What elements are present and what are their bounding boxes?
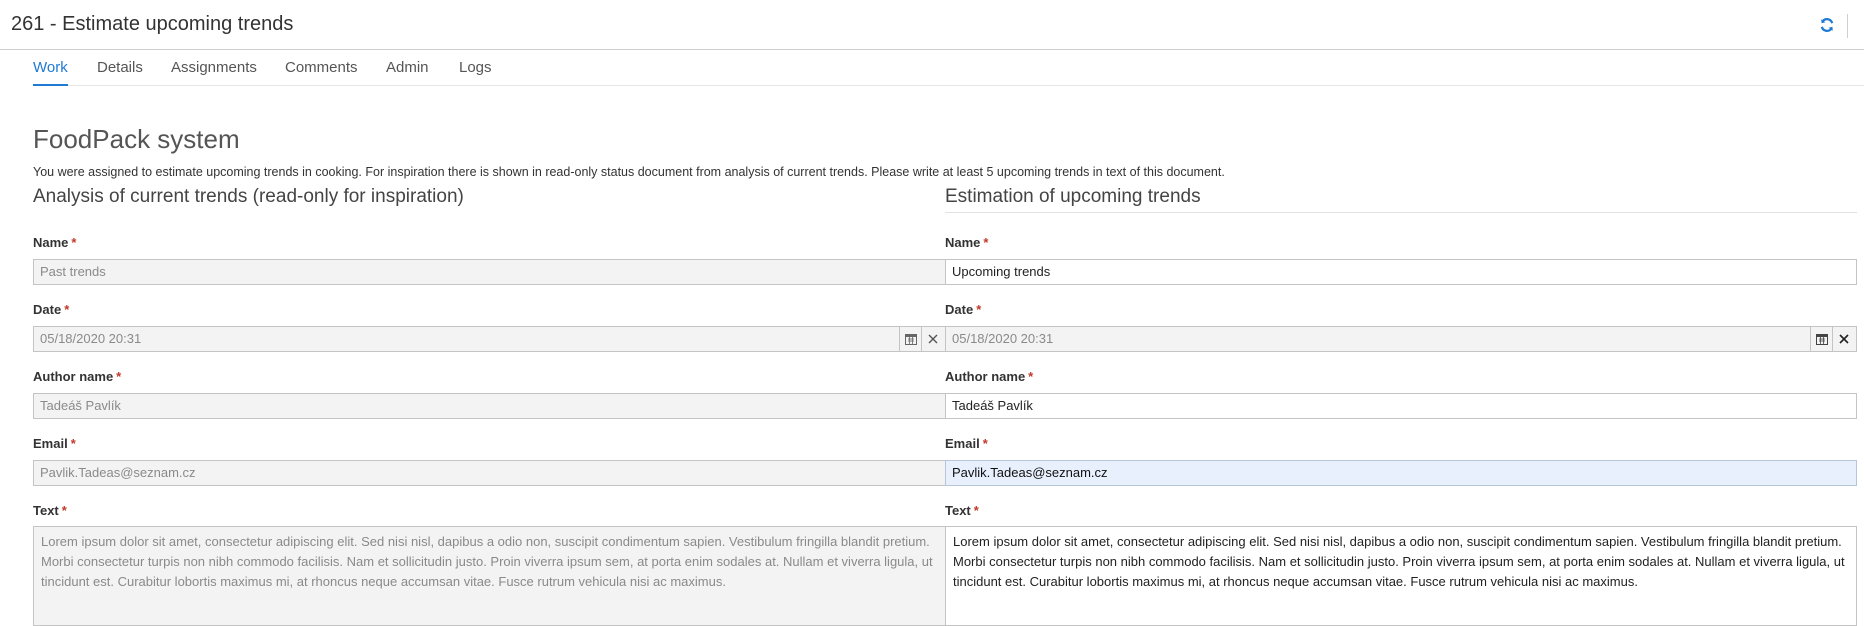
- page-title: 261 - Estimate upcoming trends: [11, 13, 294, 35]
- label-text: Email: [33, 436, 68, 451]
- left-calendar-button[interactable]: [899, 327, 921, 351]
- header-bar: 261 - Estimate upcoming trends: [0, 0, 1864, 50]
- required-marker: *: [973, 503, 979, 518]
- label-text: Name: [945, 235, 981, 250]
- tab-admin[interactable]: Admin: [386, 50, 429, 86]
- right-date-input[interactable]: 05/18/2020 20:31: [946, 327, 1059, 351]
- label-text: Author name: [33, 369, 114, 384]
- required-marker: *: [983, 235, 989, 250]
- right-author-label: Author name *: [945, 369, 1033, 384]
- left-date-label: Date *: [33, 302, 69, 317]
- calendar-icon: [904, 334, 917, 345]
- required-marker: *: [982, 436, 988, 451]
- right-text-area[interactable]: Lorem ipsum dolor sit amet, consectetur …: [945, 526, 1857, 626]
- label-text: Text: [33, 503, 59, 518]
- required-marker: *: [61, 503, 67, 518]
- left-date-input[interactable]: 05/18/2020 20:31: [34, 327, 147, 351]
- form-title: FoodPack system: [33, 124, 240, 154]
- right-text-label: Text *: [945, 503, 979, 518]
- label-text: Date: [33, 302, 62, 317]
- right-email-input[interactable]: Pavlik.Tadeas@seznam.cz: [945, 460, 1857, 486]
- required-marker: *: [71, 235, 77, 250]
- label-text: Date: [945, 302, 974, 317]
- right-clear-date-button[interactable]: [1832, 327, 1854, 351]
- toolbar-divider: [1847, 14, 1848, 38]
- required-marker: *: [116, 369, 122, 384]
- label-text: Email: [945, 436, 980, 451]
- refresh-button[interactable]: [1816, 14, 1838, 36]
- left-text-label: Text *: [33, 503, 67, 518]
- right-author-input[interactable]: Tadeáš Pavlík: [945, 393, 1857, 419]
- right-date-picker: 05/18/2020 20:31: [945, 326, 1857, 352]
- form-description: You were assigned to estimate upcoming t…: [33, 165, 1225, 179]
- tab-assignments[interactable]: Assignments: [171, 50, 257, 86]
- tab-details[interactable]: Details: [97, 50, 143, 86]
- left-email-input[interactable]: Pavlik.Tadeas@seznam.cz: [33, 460, 946, 486]
- left-email-label: Email *: [33, 436, 76, 451]
- right-name-label: Name *: [945, 235, 988, 250]
- left-text-area[interactable]: Lorem ipsum dolor sit amet, consectetur …: [33, 526, 946, 626]
- label-text: Author name: [945, 369, 1026, 384]
- required-marker: *: [976, 302, 982, 317]
- label-text: Name: [33, 235, 69, 250]
- required-marker: *: [70, 436, 76, 451]
- right-column-heading: Estimation of upcoming trends: [945, 186, 1201, 207]
- left-name-input[interactable]: Past trends: [33, 259, 946, 285]
- tab-comments[interactable]: Comments: [285, 50, 358, 86]
- right-date-label: Date *: [945, 302, 981, 317]
- refresh-icon: [1820, 18, 1834, 32]
- left-author-label: Author name *: [33, 369, 121, 384]
- left-column-heading: Analysis of current trends (read-only fo…: [33, 186, 464, 207]
- calendar-icon: [1815, 334, 1828, 345]
- label-text: Text: [945, 503, 971, 518]
- tab-logs[interactable]: Logs: [459, 50, 492, 86]
- close-icon: [1838, 334, 1849, 344]
- left-name-label: Name *: [33, 235, 76, 250]
- left-author-input[interactable]: Tadeáš Pavlík: [33, 393, 946, 419]
- right-email-label: Email *: [945, 436, 988, 451]
- left-date-picker: 05/18/2020 20:31: [33, 326, 946, 352]
- right-name-input[interactable]: Upcoming trends: [945, 259, 1857, 285]
- tab-work[interactable]: Work: [33, 50, 68, 86]
- left-clear-date-button[interactable]: [921, 327, 943, 351]
- close-icon: [928, 334, 937, 344]
- required-marker: *: [64, 302, 70, 317]
- required-marker: *: [1028, 369, 1034, 384]
- tab-bar: Work Details Assignments Comments Admin …: [33, 50, 1864, 86]
- section-divider: [945, 212, 1857, 213]
- right-calendar-button[interactable]: [1810, 327, 1832, 351]
